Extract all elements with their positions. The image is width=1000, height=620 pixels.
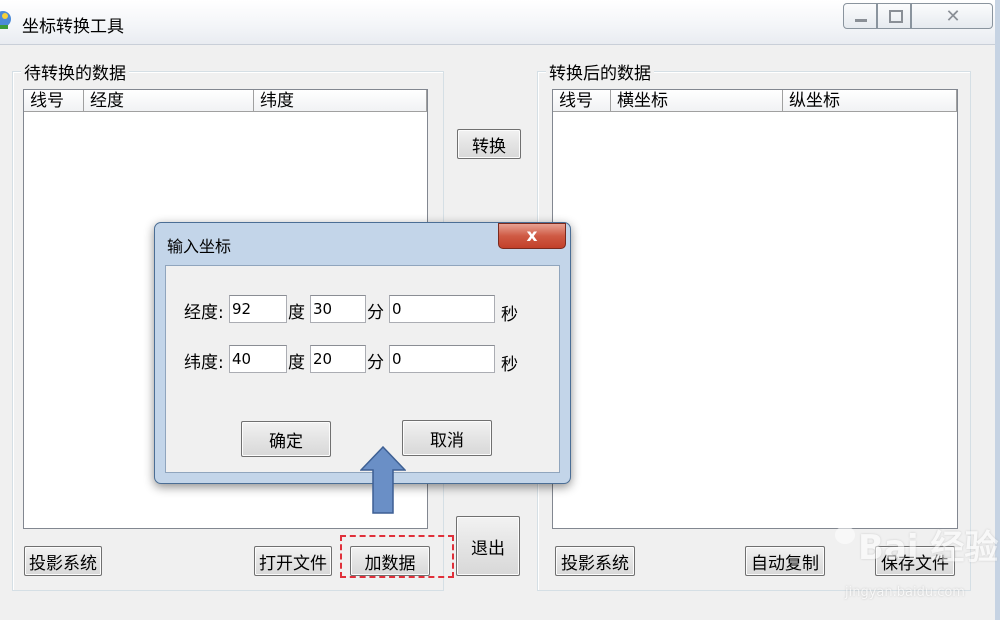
cancel-button[interactable]: 取消 — [402, 420, 492, 456]
window-titlebar: 坐标转换工具 ✕ — [0, 0, 1000, 45]
longitude-minute-input[interactable]: 30 — [310, 295, 366, 323]
maximize-icon — [889, 10, 903, 23]
longitude-second-input[interactable]: 0 — [389, 295, 495, 323]
maximize-button[interactable] — [877, 3, 911, 29]
latitude-second-input[interactable]: 0 — [389, 345, 495, 373]
window-title: 坐标转换工具 — [22, 17, 124, 37]
column-header-line-no[interactable]: 线号 — [553, 90, 611, 112]
result-data-group-label: 转换后的数据 — [546, 59, 654, 84]
baidu-watermark: Bai 经验 jingyan.baidu.com — [770, 505, 1000, 620]
column-header-longitude[interactable]: 经度 — [84, 90, 254, 112]
dialog-close-button[interactable]: x — [498, 223, 566, 249]
column-header-x-coordinate[interactable]: 横坐标 — [611, 90, 783, 112]
ok-button[interactable]: 确定 — [241, 421, 331, 457]
input-coordinates-dialog: 输入坐标 x 经度: 92 度 30 分 0 秒 纬度: 40 度 20 分 0… — [154, 222, 571, 484]
result-projection-button[interactable]: 投影系统 — [555, 546, 635, 576]
latitude-second-unit: 秒 — [501, 355, 518, 375]
close-icon: x — [526, 226, 538, 246]
longitude-label: 经度: — [184, 303, 224, 323]
latitude-minute-input[interactable]: 20 — [310, 345, 366, 373]
app-icon — [0, 11, 11, 29]
minimize-button[interactable] — [843, 3, 877, 29]
result-data-list[interactable]: 线号 横坐标 纵坐标 — [552, 89, 958, 529]
close-icon: ✕ — [945, 6, 961, 27]
source-projection-button[interactable]: 投影系统 — [24, 546, 102, 576]
convert-button[interactable]: 转换 — [457, 129, 521, 159]
latitude-minute-unit: 分 — [367, 353, 384, 373]
window-controls: ✕ — [843, 3, 993, 31]
column-header-latitude[interactable]: 纬度 — [254, 90, 427, 112]
add-data-highlight — [340, 535, 454, 578]
result-list-header: 线号 横坐标 纵坐标 — [553, 90, 957, 112]
column-header-line-no[interactable]: 线号 — [24, 90, 84, 112]
paw-icon — [832, 511, 858, 544]
watermark-text: Bai 经验 — [858, 528, 999, 568]
watermark-url: jingyan.baidu.com — [845, 585, 965, 600]
latitude-label: 纬度: — [184, 353, 224, 373]
dialog-title: 输入坐标 — [167, 237, 232, 256]
minimize-icon — [855, 19, 867, 22]
latitude-degree-unit: 度 — [288, 353, 305, 373]
dialog-body: 经度: 92 度 30 分 0 秒 纬度: 40 度 20 分 0 秒 确定 取… — [165, 265, 560, 473]
longitude-second-unit: 秒 — [501, 305, 518, 325]
longitude-degree-unit: 度 — [288, 303, 305, 323]
source-data-group-label: 待转换的数据 — [21, 59, 129, 84]
longitude-minute-unit: 分 — [367, 303, 384, 323]
column-header-y-coordinate[interactable]: 纵坐标 — [783, 90, 957, 112]
up-arrow-icon — [360, 446, 406, 514]
longitude-degree-input[interactable]: 92 — [229, 295, 287, 323]
source-list-header: 线号 经度 纬度 — [24, 90, 427, 112]
exit-button[interactable]: 退出 — [456, 516, 520, 576]
latitude-degree-input[interactable]: 40 — [229, 345, 287, 373]
open-file-button[interactable]: 打开文件 — [254, 546, 332, 576]
close-button[interactable]: ✕ — [911, 3, 993, 29]
